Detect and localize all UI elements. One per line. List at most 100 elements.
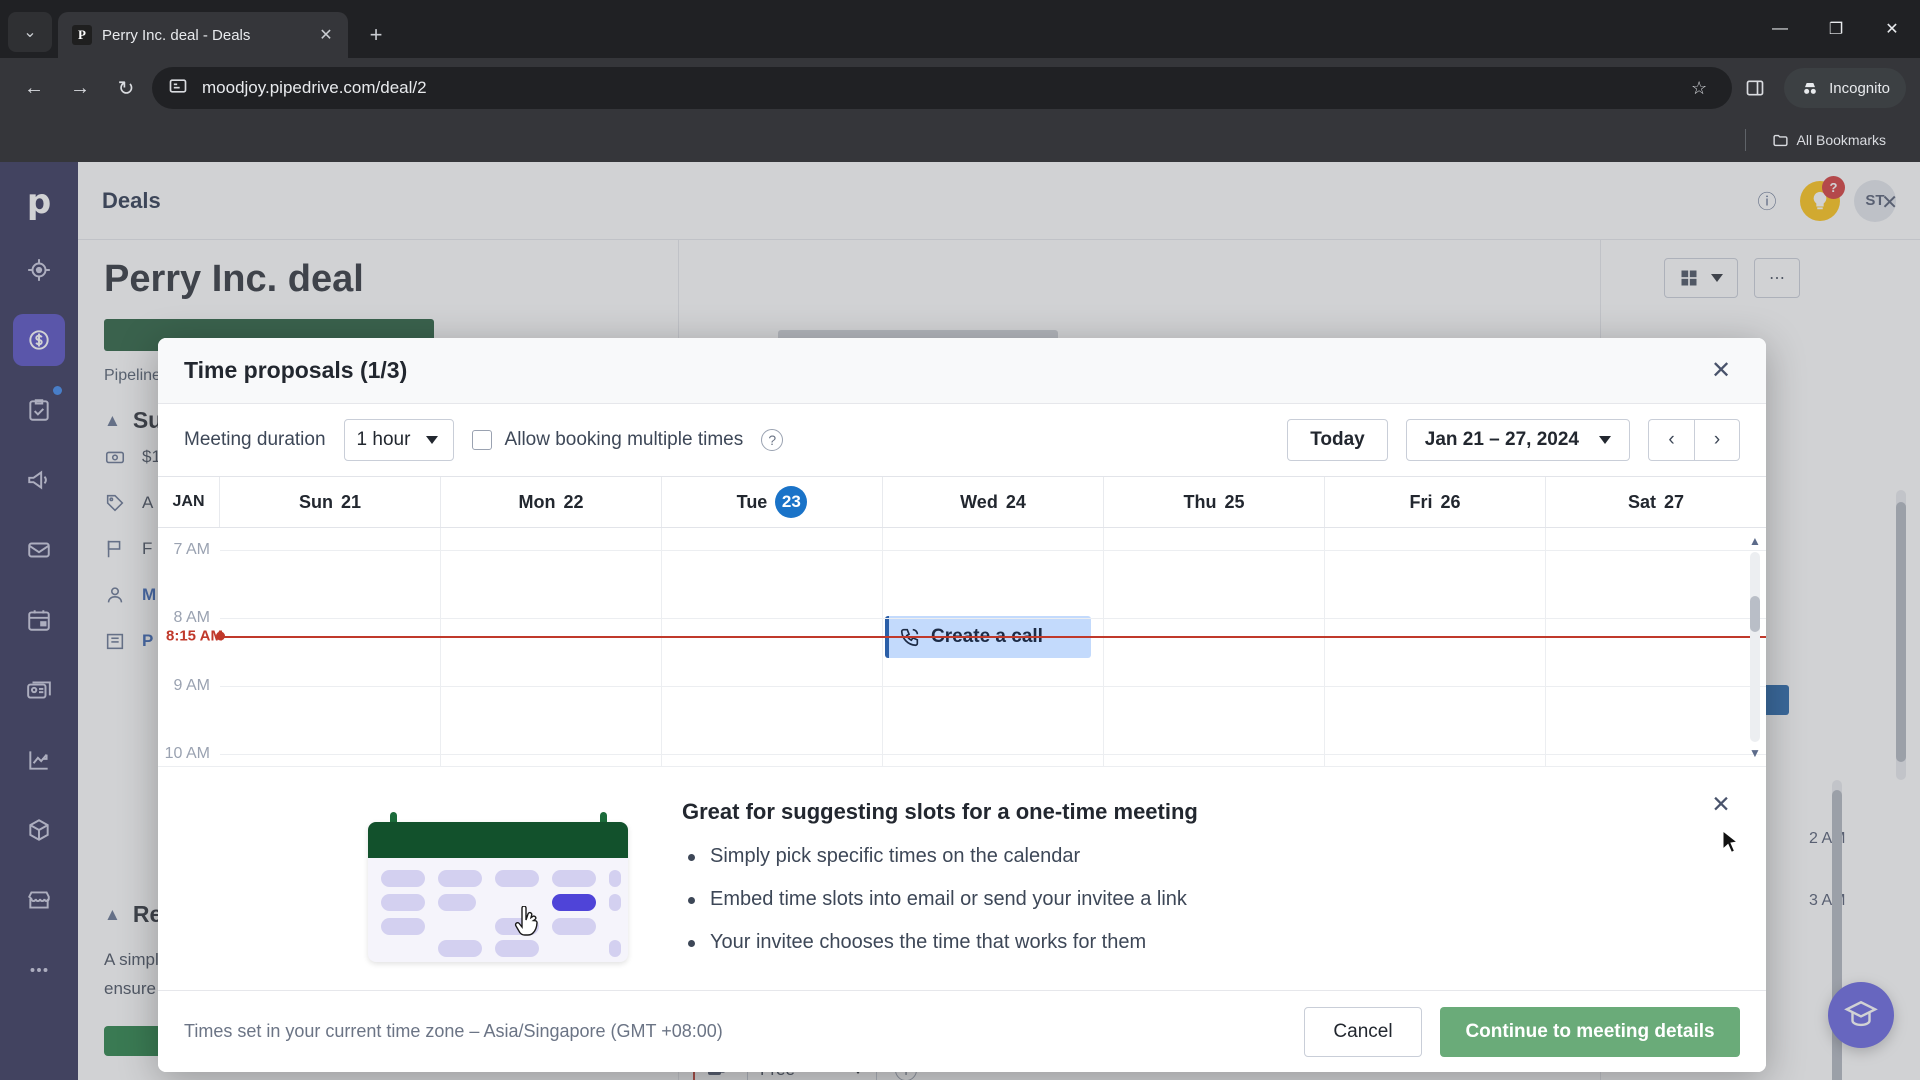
day-number: 25 [1224, 491, 1245, 512]
modal-title: Time proposals (1/3) [184, 357, 408, 383]
scroll-up-icon[interactable]: ▲ [1749, 534, 1761, 548]
incognito-indicator[interactable]: Incognito [1784, 68, 1906, 108]
time-gutter: 7 AM 8 AM 9 AM 10 AM [158, 528, 220, 766]
browser-tab[interactable]: P Perry Inc. deal - Deals ✕ [58, 12, 348, 58]
time-label: 9 AM [173, 677, 210, 694]
close-icon[interactable]: ✕ [314, 23, 338, 47]
date-range-value: Jan 21 – 27, 2024 [1424, 429, 1579, 450]
close-icon[interactable]: ✕ [1702, 352, 1740, 390]
minimize-icon[interactable]: — [1752, 5, 1808, 53]
side-panel-icon[interactable] [1738, 71, 1772, 105]
help-icon[interactable]: ? [761, 429, 784, 451]
selected-slot[interactable] [552, 893, 596, 911]
site-info-icon[interactable] [168, 76, 188, 101]
chevron-down-icon [426, 436, 439, 444]
day-column[interactable] [1546, 528, 1766, 766]
info-heading: Great for suggesting slots for a one-tim… [682, 799, 1198, 824]
list-item: Simply pick specific times on the calend… [682, 845, 1716, 868]
back-icon[interactable]: ← [14, 68, 54, 108]
allow-multiple-checkbox[interactable] [471, 430, 492, 450]
calendar-grid[interactable]: 7 AM 8 AM 9 AM 10 AM Create a call 8:15 … [158, 528, 1766, 766]
date-range-select[interactable]: Jan 21 – 27, 2024 [1405, 419, 1630, 461]
day-column[interactable] [220, 528, 441, 766]
maximize-icon[interactable]: ❐ [1808, 5, 1864, 53]
chevron-down-icon: ⌄ [23, 24, 37, 41]
day-number: 26 [1440, 491, 1461, 512]
day-column-header[interactable]: Sat 27 [1546, 477, 1766, 527]
mouse-cursor [1722, 829, 1740, 861]
info-close-icon[interactable]: ✕ [1702, 785, 1740, 823]
time-proposals-modal: Time proposals (1/3) ✕ Meeting duration … [158, 338, 1766, 1072]
reload-icon[interactable]: ↻ [106, 68, 146, 108]
allow-multiple-checkbox-wrapper[interactable]: Allow booking multiple times [471, 429, 743, 451]
meeting-duration-label: Meeting duration [184, 429, 326, 450]
cancel-button[interactable]: Cancel [1304, 1006, 1422, 1057]
day-column-header-today[interactable]: Tue 23 [662, 477, 883, 527]
grid-line [220, 550, 1766, 551]
tab-title: Perry Inc. deal - Deals [102, 26, 251, 44]
time-label: 8 AM [173, 609, 210, 626]
scrollbar-track[interactable] [1750, 552, 1760, 742]
bookmark-star-icon[interactable]: ☆ [1682, 71, 1716, 105]
day-column-header[interactable]: Fri 26 [1325, 477, 1546, 527]
day-column[interactable]: Create a call [883, 528, 1104, 766]
calendar-scrollbar[interactable]: ▲ ▼ [1748, 534, 1762, 760]
all-bookmarks-button[interactable]: All Bookmarks [1764, 128, 1894, 153]
day-name: Sat [1627, 491, 1656, 512]
today-button[interactable]: Today [1287, 419, 1388, 461]
scrollbar-thumb[interactable] [1750, 596, 1760, 632]
modal-footer: Times set in your current time zone – As… [158, 990, 1766, 1072]
prev-week-button[interactable]: ‹ [1648, 419, 1694, 461]
url-text: moodjoy.pipedrive.com/deal/2 [202, 78, 427, 97]
grid-line [220, 686, 1766, 687]
browser-window: ⌄ P Perry Inc. deal - Deals ✕ + — ❐ ✕ ← … [0, 0, 1920, 1080]
browser-toolbar: ← → ↻ moodjoy.pipedrive.com/deal/2 ☆ Inc… [0, 58, 1920, 118]
new-tab-button[interactable]: + [358, 17, 394, 53]
day-number: 27 [1663, 491, 1685, 512]
modal-toolbar: Meeting duration 1 hour Allow booking mu… [158, 404, 1766, 476]
next-week-button[interactable]: › [1694, 419, 1740, 461]
day-number: 24 [1005, 491, 1026, 512]
meeting-duration-value: 1 hour [356, 429, 411, 450]
tab-strip: ⌄ P Perry Inc. deal - Deals ✕ + — ❐ ✕ [0, 0, 1920, 58]
address-bar[interactable]: moodjoy.pipedrive.com/deal/2 ☆ [152, 67, 1733, 109]
forward-icon[interactable]: → [60, 68, 100, 108]
day-column[interactable] [662, 528, 883, 766]
info-text: Great for suggesting slots for a one-tim… [682, 799, 1716, 974]
day-column[interactable] [441, 528, 662, 766]
grid-line [220, 754, 1766, 755]
chevron-down-icon [1599, 436, 1611, 444]
window-close-icon[interactable]: ✕ [1864, 5, 1920, 53]
calendar-illustration [368, 811, 628, 962]
meeting-duration-select[interactable]: 1 hour [343, 419, 454, 461]
all-bookmarks-label: All Bookmarks [1796, 132, 1886, 148]
current-time-label: 8:15 AM [166, 627, 223, 645]
calendar-header: JAN Sun 21 Mon 22 Tue 23 Wed 24 Thu 25 Fri 26 … [158, 476, 1766, 528]
day-name: Mon [518, 491, 556, 512]
day-column-header[interactable]: Mon 22 [441, 477, 662, 527]
modal-header: Time proposals (1/3) ✕ [158, 338, 1766, 404]
day-column-header[interactable]: Sun 21 [220, 477, 441, 527]
day-number: 21 [340, 491, 362, 512]
day-column-header[interactable]: Wed 24 [883, 477, 1104, 527]
current-time-line [220, 636, 1766, 638]
timezone-note: Times set in your current time zone – As… [184, 1021, 723, 1041]
time-label: 10 AM [164, 745, 210, 762]
scroll-down-icon[interactable]: ▼ [1749, 746, 1761, 760]
day-number: 22 [563, 491, 584, 512]
month-label: JAN [158, 477, 220, 527]
day-name: Sun [298, 491, 333, 512]
tab-search-button[interactable]: ⌄ [8, 12, 52, 52]
day-name: Wed [960, 491, 998, 512]
day-name: Thu [1183, 491, 1217, 512]
day-column-header[interactable]: Thu 25 [1104, 477, 1325, 527]
time-label: 7 AM [173, 541, 210, 558]
info-bullet-list: Simply pick specific times on the calend… [682, 845, 1716, 954]
continue-button[interactable]: Continue to meeting details [1440, 1006, 1740, 1057]
divider [1744, 129, 1746, 151]
list-item: Your invitee chooses the time that works… [682, 931, 1716, 954]
day-column[interactable] [1104, 528, 1325, 766]
day-column[interactable] [1325, 528, 1546, 766]
incognito-label: Incognito [1829, 79, 1890, 97]
bookmarks-bar: All Bookmarks [0, 118, 1920, 162]
